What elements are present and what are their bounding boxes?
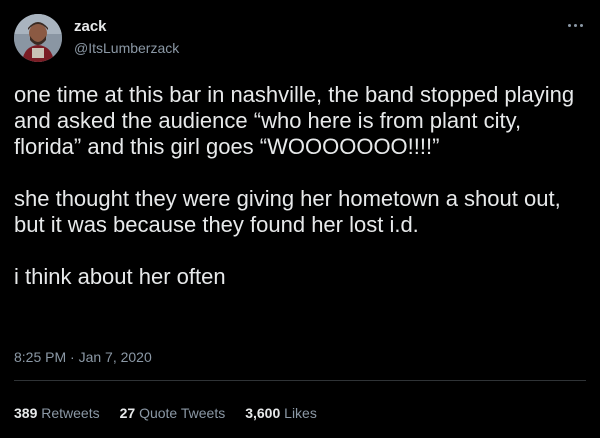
likes-label: Likes: [284, 405, 317, 421]
quote-tweets-label: Quote Tweets: [139, 405, 226, 421]
tweet-paragraph: i think about her often: [14, 264, 226, 289]
tweet-paragraph: one time at this bar in nashville, the b…: [14, 82, 575, 159]
tweet-card: zack @ItsLumberzack one time at this bar…: [0, 0, 600, 438]
retweets-stat[interactable]: 389 Retweets: [14, 404, 100, 422]
tweet-timestamp[interactable]: 8:25 PM · Jan 7, 2020: [14, 348, 152, 366]
more-horizontal-icon: [566, 23, 584, 27]
tweet-paragraph: she thought they were giving her hometow…: [14, 186, 561, 237]
retweets-count: 389: [14, 405, 38, 421]
tweet-text: one time at this bar in nashville, the b…: [14, 82, 584, 290]
quote-tweets-count: 27: [119, 405, 136, 421]
author-name[interactable]: zack: [74, 18, 107, 36]
retweets-label: Retweets: [41, 405, 100, 421]
avatar[interactable]: [14, 14, 62, 62]
tweet-stats: 389 Retweets 27 Quote Tweets 3,600 Likes: [14, 404, 317, 422]
avatar-image: [14, 14, 62, 62]
more-options-button[interactable]: [564, 16, 586, 34]
quote-tweets-stat[interactable]: 27 Quote Tweets: [120, 404, 226, 422]
author-handle[interactable]: @ItsLumberzack: [74, 39, 179, 57]
likes-count: 3,600: [245, 405, 281, 421]
divider: [14, 380, 586, 381]
likes-stat[interactable]: 3,600 Likes: [245, 404, 317, 422]
